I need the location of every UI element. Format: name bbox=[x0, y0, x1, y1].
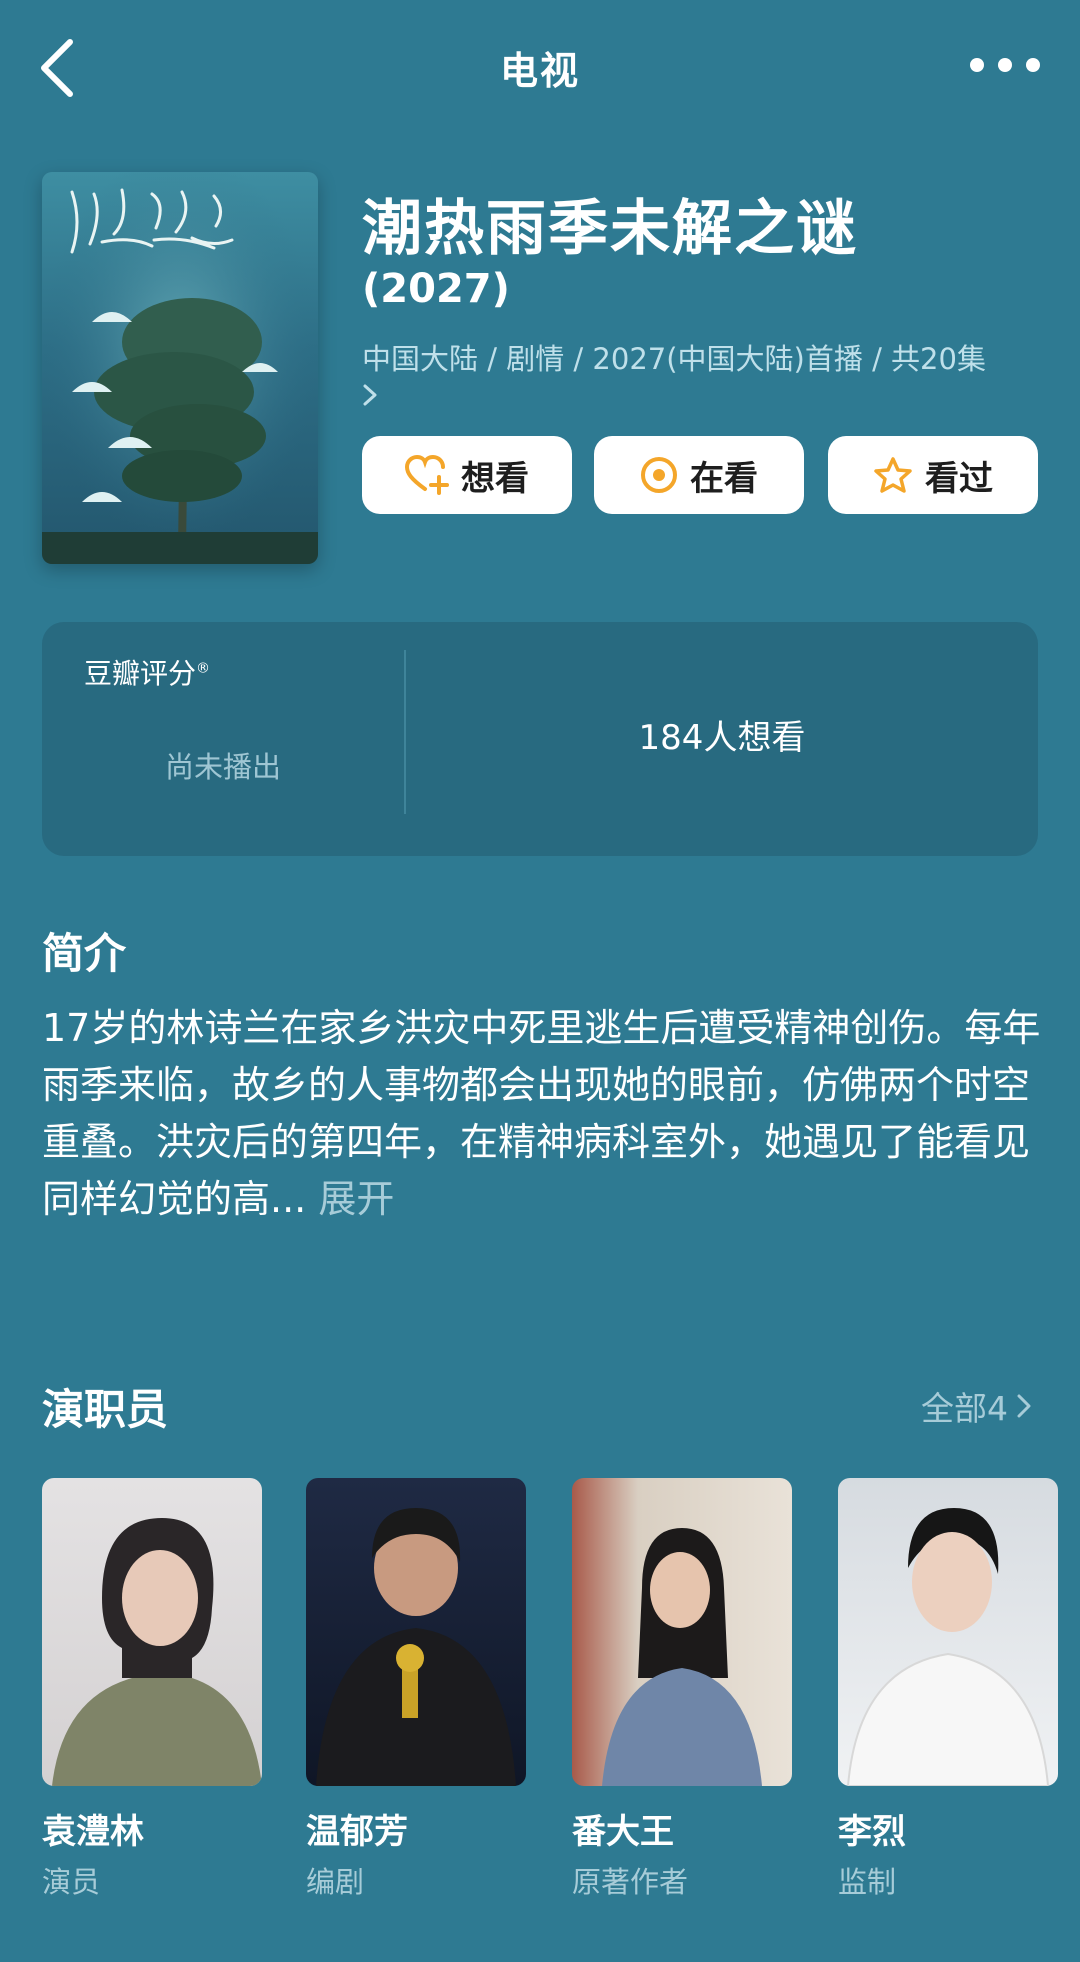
cast-member-card[interactable]: 袁澧林 演员 bbox=[42, 1478, 262, 1901]
more-dot bbox=[1026, 58, 1040, 72]
top-bar: 电视 bbox=[0, 0, 1080, 130]
cast-role: 监制 bbox=[838, 1865, 897, 1899]
cast-member-card[interactable]: 番大王 原著作者 bbox=[572, 1478, 792, 1901]
want-count: 184人想看 bbox=[638, 718, 806, 758]
cast-photo bbox=[306, 1478, 526, 1786]
rating-label-text: 豆瓣评分 bbox=[84, 657, 197, 690]
cast-name: 番大王 bbox=[572, 1812, 674, 1852]
watched-label: 看过 bbox=[925, 458, 993, 499]
movie-meta-text: 中国大陆 / 剧情 / 2027(中国大陆)首播 / 共20集 bbox=[362, 342, 986, 376]
movie-title: 潮热雨季未解之谜 bbox=[362, 194, 858, 264]
cast-all-label: 全部4 bbox=[921, 1389, 1008, 1428]
person-silhouette bbox=[602, 1528, 762, 1786]
summary-text: 17岁的林诗兰在家乡洪灾中死里逃生后遭受精神创伤。每年雨季来临，故乡的人事物都会… bbox=[42, 1000, 1042, 1228]
cast-name: 李烈 bbox=[838, 1812, 906, 1852]
movie-year: (2027) bbox=[362, 266, 510, 312]
more-dot bbox=[970, 58, 984, 72]
poster-art bbox=[42, 172, 318, 564]
cast-all-link[interactable]: 全部4 bbox=[921, 1382, 1032, 1430]
watching-button[interactable]: 在看 bbox=[594, 436, 804, 514]
chevron-right-icon bbox=[363, 384, 377, 406]
registered-mark-icon: ® bbox=[196, 660, 211, 677]
page-title: 电视 bbox=[499, 49, 580, 93]
want-to-watch-button[interactable]: 想看 bbox=[362, 436, 572, 514]
person-silhouette bbox=[52, 1518, 262, 1786]
cast-member-card[interactable]: 温郁芳 编剧 bbox=[306, 1478, 526, 1901]
movie-meta[interactable]: 中国大陆 / 剧情 / 2027(中国大陆)首播 / 共20集 bbox=[362, 340, 1022, 416]
cast-member-card[interactable]: 李烈 监制 bbox=[838, 1478, 1058, 1901]
rating-label: 豆瓣评分® bbox=[84, 652, 210, 692]
cast-role: 演员 bbox=[42, 1865, 101, 1899]
target-icon bbox=[641, 457, 677, 493]
star-icon bbox=[874, 457, 912, 493]
cast-name: 袁澧林 bbox=[42, 1812, 144, 1852]
person-silhouette bbox=[316, 1508, 516, 1786]
person-silhouette bbox=[846, 1508, 1050, 1786]
expand-link[interactable]: 展开 bbox=[318, 1177, 394, 1221]
cast-photo bbox=[572, 1478, 792, 1786]
summary-title: 简介 bbox=[42, 929, 127, 978]
chevron-right-icon bbox=[1017, 1394, 1031, 1418]
watched-button[interactable]: 看过 bbox=[828, 436, 1038, 514]
cast-name: 温郁芳 bbox=[306, 1812, 408, 1852]
more-menu-icon[interactable] bbox=[970, 52, 1040, 78]
cast-role: 原著作者 bbox=[572, 1865, 689, 1899]
want-to-watch-label: 想看 bbox=[461, 458, 529, 499]
rating-status: 尚未播出 bbox=[164, 750, 281, 784]
poster-image[interactable] bbox=[42, 172, 318, 564]
cast-photo bbox=[42, 1478, 262, 1786]
more-dot bbox=[998, 58, 1012, 72]
heart-plus-icon bbox=[405, 455, 449, 495]
cast-photo bbox=[838, 1478, 1058, 1786]
summary-body: 17岁的林诗兰在家乡洪灾中死里逃生后遭受精神创伤。每年雨季来临，故乡的人事物都会… bbox=[42, 1006, 1041, 1221]
watching-label: 在看 bbox=[690, 458, 758, 499]
cast-role: 编剧 bbox=[306, 1865, 365, 1899]
rating-card[interactable]: 豆瓣评分® 尚未播出 184人想看 bbox=[42, 622, 1038, 856]
cast-title: 演职员 bbox=[42, 1385, 169, 1434]
